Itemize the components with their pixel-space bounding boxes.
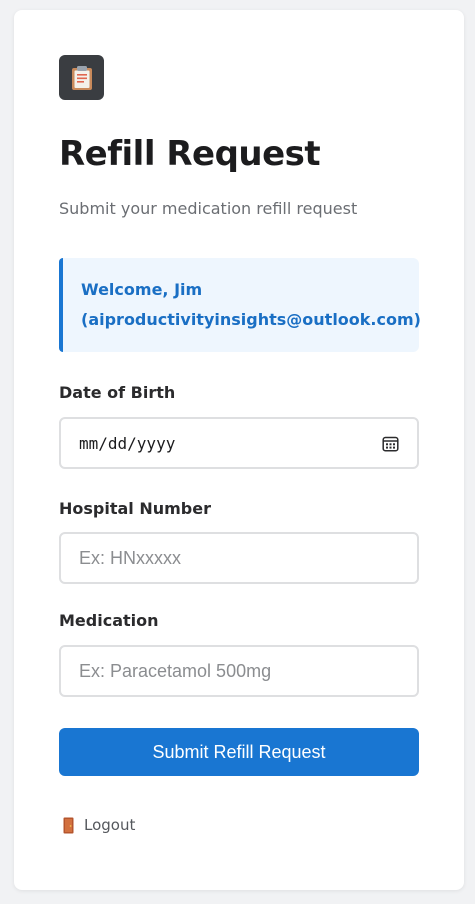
hospital-number-label: Hospital Number [59,499,211,518]
door-icon [63,817,74,834]
page-title: Refill Request [59,134,321,174]
logout-label: Logout [84,816,136,834]
medication-input[interactable]: Ex: Paracetamol 500mg [59,645,419,697]
welcome-greeting: Welcome, Jim [81,280,203,299]
welcome-banner: Welcome, Jim (aiproductivityinsights@out… [59,258,421,352]
dob-label: Date of Birth [59,383,176,402]
medication-label: Medication [59,611,159,630]
calendar-icon[interactable] [381,434,399,452]
page-subtitle: Submit your medication refill request [59,199,358,218]
hospital-number-input[interactable]: Ex: HNxxxxx [59,532,419,584]
submit-refill-button[interactable]: Submit Refill Request [59,728,419,776]
refill-card: Refill Request Submit your medication re… [14,10,464,890]
logout-link[interactable]: Logout [63,816,135,834]
hospital-number-placeholder: Ex: HNxxxxx [79,547,182,568]
dob-field[interactable]: mm/dd/yyyy [59,417,419,469]
welcome-email: (aiproductivityinsights@outlook.com) [81,310,421,329]
clipboard-icon [59,55,104,100]
dob-value: mm/dd/yyyy [79,433,176,453]
medication-placeholder: Ex: Paracetamol 500mg [79,660,272,681]
